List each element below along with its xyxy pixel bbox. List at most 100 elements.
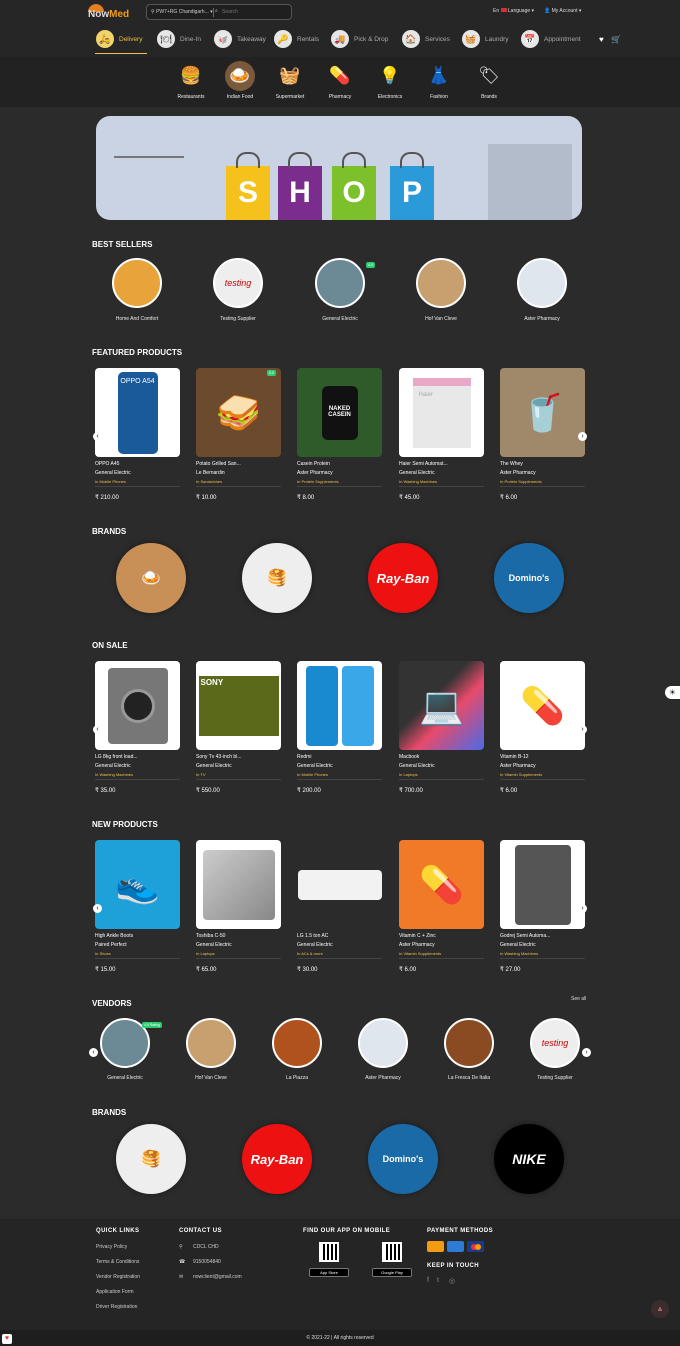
email[interactable]: nowclient@gmail.com xyxy=(193,1274,242,1280)
scroll-top-button[interactable]: ▲ xyxy=(651,1300,669,1318)
carousel-prev-button[interactable]: ‹ xyxy=(93,725,102,734)
vendor-name[interactable]: Testing Supplier xyxy=(510,1075,600,1081)
product-card[interactable]: 👟 High Ankle Boots Paired Perfect In Shoes ₹… xyxy=(95,840,180,973)
product-card[interactable]: 💻 Macbook General Electric In Laptops ₹ 700.… xyxy=(399,661,484,794)
cart-icon[interactable]: 🛒 xyxy=(611,35,621,44)
best-seller-name[interactable]: Aster Pharmacy xyxy=(497,316,587,322)
category-pharmacy[interactable]: 💊 Pharmacy xyxy=(316,61,364,100)
lang-short: En xyxy=(493,8,500,14)
google-play-button[interactable]: Google Play xyxy=(372,1268,412,1277)
privacy-policy-link[interactable]: Privacy Policy xyxy=(96,1244,127,1250)
best-seller-name[interactable]: Hof Van Cleve xyxy=(396,316,486,322)
tab-pick-drop[interactable]: 🚚 Pick & Drop xyxy=(331,28,388,50)
brand-dosa[interactable]: 🥞 xyxy=(242,543,312,613)
brand-rayban[interactable]: Ray-Ban xyxy=(368,543,438,613)
tab-services[interactable]: 🏠 Services xyxy=(402,28,450,50)
vendor-name[interactable]: General Electric xyxy=(80,1075,170,1081)
rating-badge: 4.0 xyxy=(366,262,375,268)
vendor-image[interactable] xyxy=(186,1018,236,1068)
carousel-next-button[interactable]: › xyxy=(578,725,587,734)
product-vendor: Paired Perfect xyxy=(95,942,127,948)
phone[interactable]: 9150054840 xyxy=(193,1259,221,1265)
location-selector[interactable]: ⚲ PW7+RG Chandigarh... ▾ xyxy=(151,9,213,15)
chat-widget-icon[interactable]: ♥ xyxy=(2,1334,12,1344)
brand-indian-food[interactable]: 🍛 xyxy=(116,543,186,613)
product-card[interactable]: NAKED CASEIN Casein Protein Aster Pharmacy… xyxy=(297,368,382,501)
vendor-name[interactable]: Aster Pharmacy xyxy=(338,1075,428,1081)
brand-dominos[interactable]: Domino's xyxy=(494,543,564,613)
product-card[interactable]: 💊 Vitamin B-12 Aster Pharmacy In Vitamin Su… xyxy=(500,661,585,794)
vendor-name[interactable]: La Piazza xyxy=(252,1075,342,1081)
product-price: ₹ 6.00 xyxy=(399,967,417,973)
product-card[interactable]: LG 8kg front load... General Electric In W… xyxy=(95,661,180,794)
tab-dine-in[interactable]: 🍽 Dine-In xyxy=(157,28,201,50)
header: NowMed ⚲ PW7+RG Chandigarh... ▾ ⌕ En Lan… xyxy=(0,0,680,57)
vendor-image[interactable] xyxy=(272,1018,322,1068)
product-card[interactable]: 💊 Vitamin C + Zinc Aster Pharmacy In Vitami… xyxy=(399,840,484,973)
carousel-next-button[interactable]: › xyxy=(578,432,587,441)
tab-delivery[interactable]: 🛵 Delivery xyxy=(96,28,142,50)
shop-banner[interactable]: S H O P xyxy=(96,116,582,220)
category-restaurants[interactable]: 🍔 Restaurants xyxy=(167,61,215,100)
category-indian-food[interactable]: 🍛 Indian Food xyxy=(216,61,264,100)
theme-toggle-sun-icon[interactable]: ☀ xyxy=(665,686,680,699)
carousel-next-button[interactable]: › xyxy=(582,1048,591,1057)
brand-nike[interactable]: NIKE xyxy=(494,1124,564,1194)
product-card[interactable]: LG 1.5 ton AC General Electric In ACs & mo… xyxy=(297,840,382,973)
vendor-image[interactable] xyxy=(444,1018,494,1068)
vendor-name[interactable]: Hof Van Cleve xyxy=(166,1075,256,1081)
vendor-registration-link[interactable]: Vendor Registration xyxy=(96,1274,140,1280)
product-card[interactable]: 🥪 Potato Grilled San... Le Bernardin In San… xyxy=(196,368,281,501)
tab-rentals[interactable]: 🔑 Rentals xyxy=(274,28,319,50)
best-seller-image[interactable] xyxy=(112,258,162,308)
vendor-image[interactable] xyxy=(358,1018,408,1068)
brand-dominos[interactable]: Domino's xyxy=(368,1124,438,1194)
category-supermarket[interactable]: 🧺 Supermarket xyxy=(266,61,314,100)
product-card[interactable]: 🥤 The Whey Aster Pharmacy In Protein Supple… xyxy=(500,368,585,501)
product-card[interactable]: Haier Haier Semi Automat... General Electr… xyxy=(399,368,484,501)
vendor-image[interactable]: testing xyxy=(530,1018,580,1068)
carousel-prev-button[interactable]: ‹ xyxy=(93,904,102,913)
discount-tag-icon: 🏷 xyxy=(478,66,500,85)
application-form-link[interactable]: Application Form xyxy=(96,1289,134,1295)
my-account-menu[interactable]: 👤 My Account ▾ xyxy=(544,8,581,14)
app-store-button[interactable]: App Store xyxy=(309,1268,349,1277)
carousel-prev-button[interactable]: ‹ xyxy=(93,432,102,441)
carousel-next-button[interactable]: › xyxy=(578,904,587,913)
brand-dosa[interactable]: 🥞 xyxy=(116,1124,186,1194)
product-image xyxy=(500,840,585,929)
best-seller-name[interactable]: General Electric xyxy=(295,316,385,322)
category-fashion[interactable]: 👗 Fashion xyxy=(415,61,463,100)
product-card[interactable]: Godrej Semi Automa... General Electric In … xyxy=(500,840,585,973)
product-card[interactable]: OPPO A54 OPPO A45 General Electric In Mobil… xyxy=(95,368,180,501)
product-card[interactable]: Toshiba C-50 General Electric In Laptops ₹ … xyxy=(196,840,281,973)
product-name: Godrej Semi Automa... xyxy=(500,933,551,939)
product-card[interactable]: SONY Sony Tv 43-inch bl... General Electri… xyxy=(196,661,281,794)
carousel-prev-button[interactable]: ‹ xyxy=(89,1048,98,1057)
search-input[interactable] xyxy=(222,7,292,17)
product-price: ₹ 6.00 xyxy=(500,788,518,794)
best-seller-image[interactable] xyxy=(416,258,466,308)
driver-registration-link[interactable]: Driver Registration xyxy=(96,1304,137,1310)
logo[interactable]: NowMed xyxy=(88,4,132,22)
category-brands[interactable]: 🏷 Brands xyxy=(465,61,513,100)
tab-appointment[interactable]: 📅 Appointment xyxy=(521,28,581,50)
see-all-link[interactable]: See all xyxy=(571,996,586,1002)
language-selector[interactable]: En Language ▾ xyxy=(493,8,534,14)
facebook-icon[interactable]: f xyxy=(427,1277,429,1284)
best-seller-image[interactable]: testing xyxy=(213,258,263,308)
twitter-icon[interactable]: t xyxy=(437,1277,439,1284)
instagram-icon[interactable]: ◎ xyxy=(449,1277,455,1285)
tab-laundry[interactable]: 🧺 Laundry xyxy=(462,28,509,50)
best-seller-name[interactable]: Testing Supplier xyxy=(193,316,283,322)
best-seller-image[interactable] xyxy=(315,258,365,308)
product-card[interactable]: Redmi General Electric In Mobile Phones ₹ 2… xyxy=(297,661,382,794)
tab-takeaway[interactable]: 🥡 Takeaway xyxy=(214,28,266,50)
best-seller-image[interactable] xyxy=(517,258,567,308)
best-seller-name[interactable]: Home And Comfort xyxy=(92,316,182,322)
terms-link[interactable]: Terms & Conditions xyxy=(96,1259,139,1265)
vendor-name[interactable]: La Fresca De Italia xyxy=(424,1075,514,1081)
brand-rayban[interactable]: Ray-Ban xyxy=(242,1124,312,1194)
category-electronics[interactable]: 💡 Electronics xyxy=(366,61,414,100)
wishlist-heart-icon[interactable]: ♥ xyxy=(599,35,604,44)
